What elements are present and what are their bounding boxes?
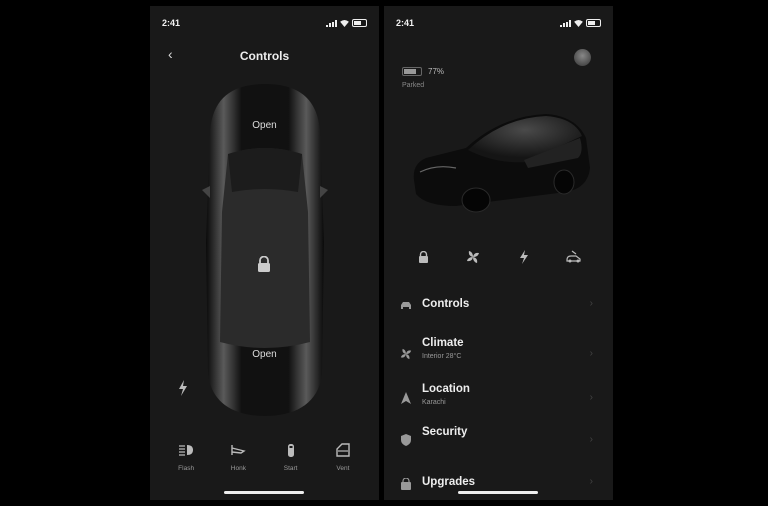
summon-button[interactable]	[566, 249, 582, 265]
chevron-right-icon: ›	[589, 476, 593, 487]
climate-button[interactable]	[465, 249, 481, 265]
flash-label: Flash	[178, 465, 195, 472]
lock-icon	[418, 251, 428, 263]
key-fob-icon	[287, 444, 294, 457]
lock-button[interactable]	[415, 249, 431, 265]
vehicle-menu: Controls › Climate Interior 28°C › Locat…	[384, 290, 613, 500]
chevron-right-icon: ›	[589, 348, 593, 359]
menu-item-security[interactable]: Security ›	[384, 422, 613, 466]
battery-percent: 77%	[428, 67, 445, 76]
car-image	[413, 114, 590, 213]
navigation-arrow-icon	[401, 392, 411, 404]
window-icon	[336, 443, 350, 457]
menu-item-climate[interactable]: Climate Interior 28°C ›	[384, 334, 613, 378]
vehicle-state: Parked	[402, 82, 425, 89]
quick-actions-bar: Flash Honk Start Vent	[150, 443, 379, 472]
home-indicator[interactable]	[458, 491, 538, 494]
honk-label: Honk	[230, 465, 246, 472]
menu-item-controls[interactable]: Controls ›	[384, 290, 613, 334]
bolt-icon	[519, 250, 528, 264]
car-lift-icon	[566, 250, 581, 263]
horn-icon	[231, 445, 247, 455]
honk-button[interactable]: Honk	[218, 443, 258, 472]
vent-button[interactable]: Vent	[323, 443, 363, 472]
vent-label: Vent	[336, 465, 350, 472]
car-icon	[401, 302, 411, 309]
wifi-icon	[340, 19, 349, 27]
menu-label: Upgrades	[422, 476, 476, 488]
menu-label: Climate	[422, 337, 464, 349]
battery-status-icon	[352, 19, 367, 27]
flash-button[interactable]: Flash	[166, 443, 206, 472]
fan-icon	[467, 251, 480, 263]
status-bar: 2:41	[384, 18, 613, 32]
menu-label: Location	[422, 383, 470, 395]
home-indicator[interactable]	[224, 491, 304, 494]
page-title: Controls	[239, 49, 290, 63]
menu-sublabel: Karachi	[422, 399, 446, 406]
home-screen: 2:41 77% Parked Controls › Climate Inter…	[384, 6, 613, 500]
bag-icon	[401, 478, 411, 490]
cellular-signal-icon	[326, 19, 337, 27]
chevron-right-icon: ›	[589, 298, 593, 309]
menu-label: Controls	[422, 298, 470, 310]
status-bar: 2:41	[150, 18, 379, 32]
charge-button[interactable]	[516, 249, 532, 265]
start-label: Start	[283, 465, 298, 472]
battery-status-icon	[586, 19, 601, 27]
trunk-open-button[interactable]: Open	[150, 349, 379, 360]
profile-avatar[interactable]	[574, 49, 591, 66]
chevron-right-icon: ›	[589, 434, 593, 445]
chevron-right-icon: ›	[589, 392, 593, 403]
quick-controls	[384, 249, 613, 265]
fan-icon	[400, 348, 412, 360]
start-button[interactable]: Start	[271, 443, 311, 472]
wifi-icon	[574, 19, 583, 27]
menu-label: Security	[422, 426, 468, 438]
status-time: 2:41	[162, 18, 181, 28]
vehicle-battery-icon	[402, 67, 422, 76]
status-time: 2:41	[396, 18, 415, 28]
menu-item-location[interactable]: Location Karachi ›	[384, 378, 613, 422]
frunk-open-button[interactable]: Open	[150, 120, 379, 131]
battery-fill	[404, 69, 416, 74]
headlight-icon	[179, 445, 194, 456]
cellular-signal-icon	[560, 19, 571, 27]
charge-port-icon[interactable]	[178, 380, 188, 396]
menu-sublabel: Interior 28°C	[422, 353, 462, 360]
shield-icon	[401, 434, 411, 446]
menu-item-upgrades[interactable]: Upgrades ›	[384, 466, 613, 500]
lock-icon[interactable]	[257, 256, 271, 272]
car-top-view	[202, 84, 328, 416]
controls-screen: 2:41 ‹ Controls Open Open Flash Honk Sta…	[150, 6, 379, 500]
vehicle-battery: 77%	[402, 67, 444, 76]
